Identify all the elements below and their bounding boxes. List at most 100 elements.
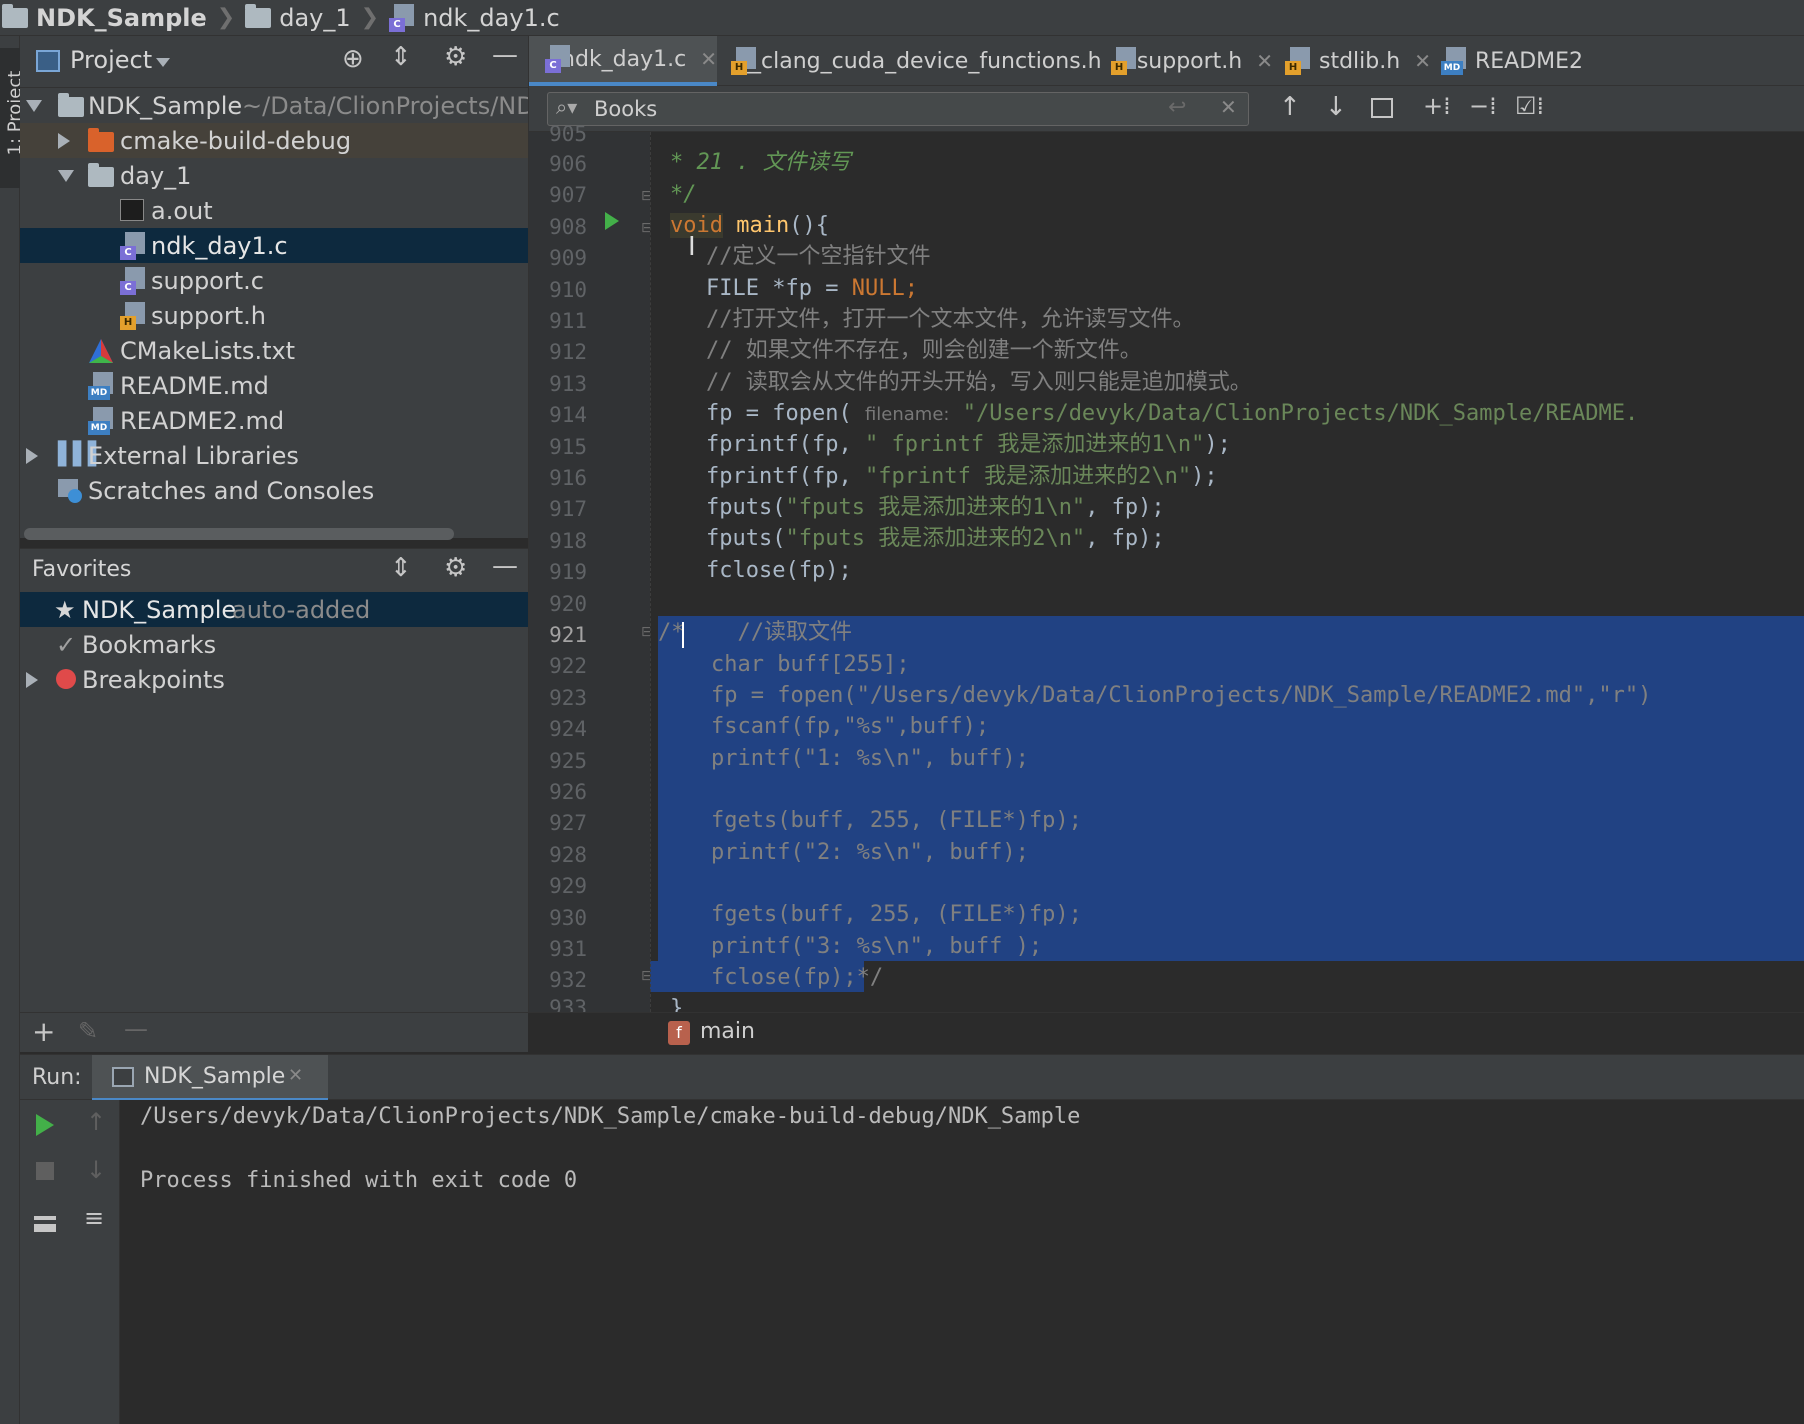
clock-icon xyxy=(68,489,82,503)
favorite-ndk-sample[interactable]: ★ NDK_Sample auto-added xyxy=(20,592,528,627)
run-console[interactable]: /Users/devyk/Data/ClionProjects/NDK_Samp… xyxy=(20,1100,1804,1424)
close-icon[interactable]: ✕ xyxy=(288,1065,303,1086)
line-number: 918 xyxy=(549,528,587,553)
breakpoint-icon xyxy=(56,669,76,689)
tree-item-external-libraries[interactable]: ▌▌▌ External Libraries xyxy=(20,438,528,473)
breadcrumb-project[interactable]: NDK_Sample xyxy=(2,3,207,32)
run-gutter-icon[interactable] xyxy=(605,212,619,230)
rerun-icon[interactable] xyxy=(36,1114,54,1136)
close-icon[interactable]: ✕ xyxy=(1414,49,1431,73)
expand-arrow-icon[interactable] xyxy=(26,672,38,688)
code-line-918: fputs("fputs 我是添加进来的2\n", fp); xyxy=(706,526,1165,551)
tree-item-a-out[interactable]: a.out xyxy=(20,193,528,228)
add-icon[interactable]: + xyxy=(32,1015,55,1048)
close-icon[interactable]: ✕ xyxy=(1256,49,1273,73)
line-number: 924 xyxy=(549,717,587,742)
tab-support-h[interactable]: H support.h ✕ xyxy=(1111,36,1273,86)
add-occurrence-icon[interactable]: +⁞ xyxy=(1423,92,1451,120)
next-occurrence-icon[interactable]: ↓ xyxy=(1325,92,1347,122)
code-line-913: // 读取会从文件的开头开始，写入则只能是追加模式。 xyxy=(706,370,1252,395)
previous-occurrence-icon[interactable]: ↑ xyxy=(1279,92,1301,122)
line-number: 909 xyxy=(549,246,587,271)
tree-item-label: README.md xyxy=(120,371,269,400)
line-number: 929 xyxy=(549,874,587,899)
c-file-icon: C xyxy=(120,232,146,260)
stop-icon[interactable] xyxy=(36,1162,54,1180)
tab-label: __clang_cuda_device_functions.h xyxy=(739,48,1102,74)
collapse-all-icon[interactable]: ⇕ xyxy=(390,553,412,583)
tree-item-label: day_1 xyxy=(120,161,192,190)
folder-icon xyxy=(58,93,84,117)
folder-icon xyxy=(88,128,114,152)
remove-occurrence-icon[interactable]: −⁞ xyxy=(1469,92,1497,120)
tab-label: support.h xyxy=(1136,48,1243,74)
horizontal-scrollbar[interactable] xyxy=(24,528,454,540)
clear-search-icon[interactable]: ✕ xyxy=(1220,95,1237,119)
gear-icon[interactable]: ⚙ xyxy=(444,42,467,72)
search-input[interactable]: Books xyxy=(594,97,657,121)
function-icon: f xyxy=(668,1021,690,1045)
favorite-label: Breakpoints xyxy=(82,665,225,694)
line-number: 917 xyxy=(549,497,587,522)
new-line-icon[interactable]: ↩ xyxy=(1168,95,1186,120)
tab-clang-cuda[interactable]: H __clang_cuda_device_functions.h ✕ xyxy=(731,36,1132,86)
gear-icon[interactable]: ⚙ xyxy=(444,553,467,583)
c-file-icon: C xyxy=(120,267,146,295)
select-all-occurrences-icon[interactable]: ☑⁞ xyxy=(1515,92,1544,120)
find-in-selection-icon[interactable] xyxy=(1371,98,1393,118)
favorites-list: ★ NDK_Sample auto-added ✓ Bookmarks Brea… xyxy=(20,592,528,1012)
tree-item-ndk-day1-c[interactable]: C ndk_day1.c xyxy=(20,228,528,263)
close-icon[interactable]: ✕ xyxy=(700,47,717,71)
tree-item-support-c[interactable]: C support.c xyxy=(20,263,528,298)
tab-ndk-day1-c[interactable]: C ndk_day1.c ✕ xyxy=(529,36,717,86)
structure-function-label[interactable]: main xyxy=(700,1019,755,1044)
arrow-up-icon[interactable]: ↑ xyxy=(86,1108,106,1136)
tab-readme2[interactable]: MD README2 xyxy=(1441,36,1601,86)
tree-item-label: ndk_day1.c xyxy=(151,231,288,260)
tree-item-cmakelists[interactable]: CMakeLists.txt xyxy=(20,333,528,368)
breadcrumb-folder[interactable]: day_1 xyxy=(245,3,351,32)
tree-item-day-1[interactable]: day_1 xyxy=(20,158,528,193)
find-input-box[interactable]: ⌕▾ Books ↩ ✕ xyxy=(547,92,1249,126)
tab-label: ndk_day1.c xyxy=(561,46,687,72)
search-icon[interactable]: ⌕▾ xyxy=(556,95,577,119)
run-tab-label: NDK_Sample xyxy=(144,1064,286,1089)
markdown-file-icon: MD xyxy=(88,372,114,400)
favorite-bookmarks[interactable]: ✓ Bookmarks xyxy=(20,627,528,662)
tree-item-support-h[interactable]: H support.h xyxy=(20,298,528,333)
layout-icon[interactable] xyxy=(34,1216,56,1232)
chevron-down-icon[interactable] xyxy=(156,58,170,67)
code-line-906: * 21 . 文件读写 xyxy=(670,150,851,175)
tree-item-label: NDK_Sample xyxy=(88,91,243,120)
line-number: 907 xyxy=(549,183,587,208)
arrow-down-icon[interactable]: ↓ xyxy=(86,1156,106,1184)
tree-item-ndk-sample[interactable]: NDK_Sample ~/Data/ClionProjects/NDK_ xyxy=(20,88,528,123)
h-file-icon: H xyxy=(120,302,146,330)
breadcrumb-file[interactable]: C ndk_day1.c xyxy=(389,3,560,32)
minimize-icon[interactable]: — xyxy=(492,40,518,70)
soft-wrap-icon[interactable]: ≡ xyxy=(84,1204,104,1232)
expand-arrow-icon[interactable] xyxy=(26,448,38,464)
tree-item-readme[interactable]: MD README.md xyxy=(20,368,528,403)
check-icon: ✓ xyxy=(56,630,77,659)
collapse-all-icon[interactable]: ⇕ xyxy=(390,42,412,72)
tab-stdlib-h[interactable]: H stdlib.h ✕ xyxy=(1285,36,1437,86)
line-number: 915 xyxy=(549,434,587,459)
expand-arrow-icon[interactable] xyxy=(58,170,74,182)
expand-arrow-icon[interactable] xyxy=(26,100,42,112)
editor-gutter[interactable]: 905 906 907 908 909 910 911 912 913 914 915 916 917… xyxy=(528,122,653,1020)
code-editor[interactable]: * 21 . 文件读写 */ void main(){ //定义一个空指针文件 … xyxy=(650,132,1804,1012)
tree-item-scratches[interactable]: Scratches and Consoles xyxy=(20,473,528,508)
run-tab-ndk-sample[interactable]: NDK_Sample ✕ xyxy=(92,1055,328,1101)
locate-icon[interactable]: ⊕ xyxy=(342,44,364,74)
remove-icon[interactable]: — xyxy=(124,1015,148,1043)
project-view-selector[interactable]: Project xyxy=(70,46,152,74)
tree-item-cmake-build-debug[interactable]: cmake-build-debug xyxy=(20,123,528,158)
minimize-icon[interactable]: — xyxy=(492,551,518,581)
tree-item-readme2[interactable]: MD README2.md xyxy=(20,403,528,438)
edit-icon[interactable]: ✎ xyxy=(78,1017,98,1045)
console-output-path: /Users/devyk/Data/ClionProjects/NDK_Samp… xyxy=(140,1104,1081,1129)
expand-arrow-icon[interactable] xyxy=(58,133,70,149)
code-line-916: fprintf(fp, "fprintf 我是添加进来的2\n"); xyxy=(706,464,1218,489)
favorite-breakpoints[interactable]: Breakpoints xyxy=(20,662,528,697)
